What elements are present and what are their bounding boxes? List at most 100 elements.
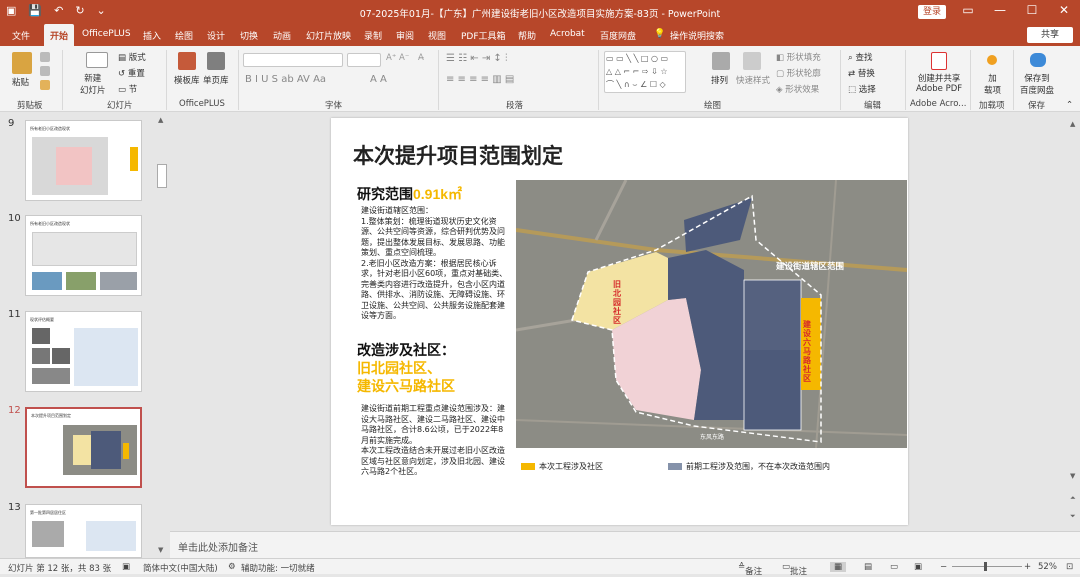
collapse-ribbon-icon[interactable]: ⌃ xyxy=(1066,100,1073,110)
baidu-cloud-icon[interactable] xyxy=(1030,53,1046,67)
scroll-down-icon[interactable]: ▼ xyxy=(1070,472,1075,480)
shape-effect-button[interactable]: ◈ 形状效果 xyxy=(776,83,819,95)
font-grow-icon[interactable]: A⁺ A⁻ xyxy=(386,53,409,63)
template-lib-icon[interactable] xyxy=(178,52,196,70)
arrange-button[interactable]: 排列 xyxy=(711,74,728,86)
next-slide-icon[interactable]: ⏷ xyxy=(1070,512,1076,521)
new-slide-button[interactable]: 新建 幻灯片 xyxy=(80,72,106,96)
shape-fill-button[interactable]: ◧ 形状填充 xyxy=(776,51,821,63)
notes-pane[interactable]: 单击此处添加备注 xyxy=(170,531,1080,558)
slide-canvas[interactable]: 本次提升项目范围划定 研究范围0.91k㎡ 建设街道辖区范围： 1.整体策划：梳… xyxy=(331,118,908,525)
maximize-icon[interactable]: ☐ xyxy=(1016,3,1048,17)
close-icon[interactable]: ✕ xyxy=(1048,3,1080,17)
cut-icon[interactable] xyxy=(40,52,50,62)
language-status[interactable]: 简体中文(中国大陆) xyxy=(143,562,218,574)
single-page-button[interactable]: 单页库 xyxy=(203,74,229,86)
addins-icon[interactable] xyxy=(987,55,997,65)
new-slide-icon[interactable] xyxy=(86,52,108,68)
thumb-slide-10[interactable]: 所有老旧小区改造现状 xyxy=(25,215,142,296)
font-style-icons[interactable]: B I U S ab AV Aa xyxy=(245,74,326,85)
tab-review[interactable]: 审阅 xyxy=(396,29,414,42)
community-line1[interactable]: 旧北园社区、 xyxy=(357,358,441,378)
template-lib-button[interactable]: 模板库 xyxy=(174,74,200,86)
font-family-select[interactable] xyxy=(243,53,343,67)
scroll-up-icon[interactable]: ▲ xyxy=(158,116,163,124)
align-icons[interactable]: ≡ ≡ ≡ ≡ ▥ ▤ xyxy=(446,74,514,85)
tab-file[interactable]: 文件 xyxy=(12,29,30,42)
minimize-icon[interactable]: — xyxy=(984,3,1016,17)
community-line2[interactable]: 建设六马路社区 xyxy=(357,376,455,396)
quick-styles-icon[interactable] xyxy=(743,52,761,70)
scroll-up-icon[interactable]: ▲ xyxy=(1070,120,1075,128)
font-size-select[interactable] xyxy=(347,53,381,67)
district-map[interactable]: 建设街道辖区范围 旧北园社区 建设六马路社区 东风东路 xyxy=(516,180,907,448)
tab-transitions[interactable]: 切换 xyxy=(240,29,258,42)
tell-me-search[interactable]: 操作说明搜索 xyxy=(670,29,724,42)
tab-draw[interactable]: 绘图 xyxy=(175,29,193,42)
ribbon-display-icon[interactable]: ▭ xyxy=(952,3,984,17)
tab-design[interactable]: 设计 xyxy=(207,29,225,42)
create-pdf-button[interactable]: 创建并共享 Adobe PDF xyxy=(916,72,962,94)
thumb-slide-11[interactable]: 现状评估概要 xyxy=(25,311,142,392)
tab-pdf-tools[interactable]: PDF工具箱 xyxy=(461,29,506,42)
notes-toggle[interactable]: ≙ 备注 xyxy=(738,562,762,577)
slide-title[interactable]: 本次提升项目范围划定 xyxy=(353,140,563,170)
tab-slideshow[interactable]: 幻灯片放映 xyxy=(306,29,351,42)
addins-button[interactable]: 加 载项 xyxy=(984,72,1001,96)
zoom-slider[interactable] xyxy=(952,566,1022,567)
font-color-icon[interactable]: A A xyxy=(370,74,387,85)
single-page-icon[interactable] xyxy=(207,52,225,70)
zoom-slider-thumb[interactable] xyxy=(984,562,987,571)
find-button[interactable]: ⌕ 查找 xyxy=(848,51,872,63)
paste-icon[interactable] xyxy=(12,52,32,74)
accessibility-icon[interactable]: ⚙ xyxy=(228,562,236,572)
thumb-slide-13[interactable]: 第一批第四居居住区 xyxy=(25,504,142,558)
thumb-slide-9[interactable]: 所有老旧小区改造现状 xyxy=(25,120,142,201)
thumb-slide-12[interactable]: 本次提升项目范围划定 xyxy=(25,407,142,488)
spell-check-icon[interactable]: ▣ xyxy=(122,562,130,572)
reset-button[interactable]: ↺ 重置 xyxy=(118,67,145,79)
tab-officeplus[interactable]: OfficePLUS xyxy=(82,29,131,39)
format-painter-icon[interactable] xyxy=(40,80,50,90)
tab-view[interactable]: 视图 xyxy=(428,29,446,42)
slide-scrollbar[interactable]: ▲ ▼ ⏶ ⏷ xyxy=(1068,112,1080,531)
share-button[interactable]: 共享 xyxy=(1027,27,1073,43)
section-button[interactable]: ▭ 节 xyxy=(118,83,137,95)
community-heading[interactable]: 改造涉及社区： xyxy=(357,340,455,360)
slide-sorter-icon[interactable]: ▤ xyxy=(864,562,872,572)
copy-icon[interactable] xyxy=(40,66,50,76)
slideshow-icon[interactable]: ▣ xyxy=(914,562,922,572)
scope-body[interactable]: 建设街道辖区范围： 1.整体策划：梳理街道现状历史文化资源、公共空间等资源，综合… xyxy=(361,206,509,322)
zoom-level[interactable]: 52% xyxy=(1038,562,1057,572)
tab-help[interactable]: 帮助 xyxy=(518,29,536,42)
scope-heading[interactable]: 研究范围0.91k㎡ xyxy=(357,184,462,204)
tab-record[interactable]: 录制 xyxy=(364,29,382,42)
scroll-down-icon[interactable]: ▼ xyxy=(158,546,163,554)
tab-animations[interactable]: 动画 xyxy=(273,29,291,42)
select-button[interactable]: ⬚ 选择 xyxy=(848,83,876,95)
tab-insert[interactable]: 插入 xyxy=(143,29,161,42)
zoom-out-icon[interactable]: − xyxy=(940,562,947,572)
thumbnail-scrollbar[interactable]: ▲ ▼ xyxy=(156,116,168,556)
notes-placeholder[interactable]: 单击此处添加备注 xyxy=(178,539,258,554)
tab-baidu[interactable]: 百度网盘 xyxy=(600,29,636,42)
paste-button[interactable]: 粘贴 xyxy=(12,76,29,88)
list-icons[interactable]: ☰ ☷ ⇤ ⇥ ↕ ⫶ xyxy=(446,53,507,64)
scroll-thumb[interactable] xyxy=(157,164,167,188)
adobe-pdf-icon[interactable] xyxy=(931,52,947,70)
accessibility-status[interactable]: 辅助功能: 一切就绪 xyxy=(241,562,315,574)
community-body[interactable]: 建设街道前期工程重点建设范围涉及：建设大马路社区、建设二马路社区、建设中马路社区… xyxy=(361,404,511,478)
quick-styles-button[interactable]: 快速样式 xyxy=(736,74,770,86)
reading-view-icon[interactable]: ▭ xyxy=(890,562,898,572)
shape-icons[interactable]: ▭ ▭ ╲ ╲ □ ○ ▭ △ △ ⌐ ⌐ ⇨ ⇩ ☆ ⌒ ╲ ∩ ⌣ ∠ ☐ ◇ xyxy=(606,52,684,91)
arrange-icon[interactable] xyxy=(712,52,730,70)
normal-view-icon[interactable]: ▦ xyxy=(830,562,847,572)
login-button[interactable]: 登录 xyxy=(918,5,946,19)
tab-acrobat[interactable]: Acrobat xyxy=(550,29,585,39)
prev-slide-icon[interactable]: ⏶ xyxy=(1070,494,1076,503)
fit-slide-icon[interactable]: ⊡ xyxy=(1066,562,1073,572)
tab-home[interactable]: 开始 xyxy=(44,24,75,46)
baidu-save-button[interactable]: 保存到 百度网盘 xyxy=(1020,72,1054,96)
clear-format-icon[interactable]: A̶ xyxy=(418,53,424,63)
replace-button[interactable]: ⇄ 替换 xyxy=(848,67,875,79)
